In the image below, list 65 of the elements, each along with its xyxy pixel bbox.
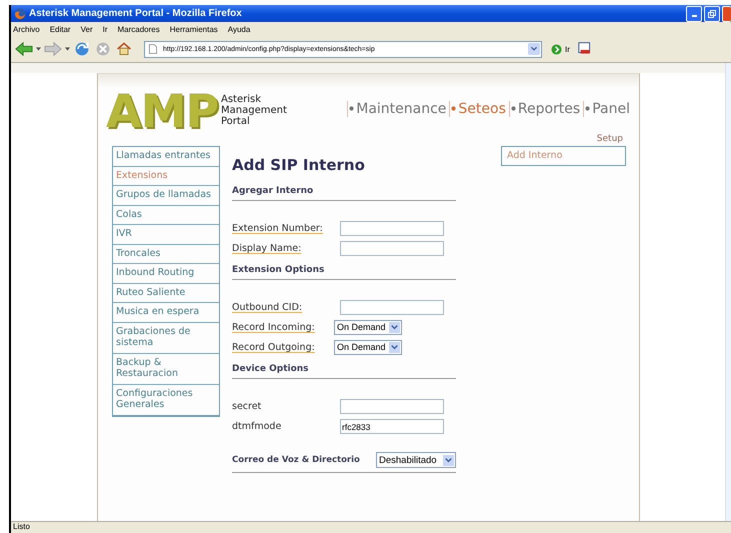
restore-icon: [707, 8, 717, 18]
dropdown[interactable]: On Demand: [334, 340, 402, 354]
bullet-icon: [510, 106, 516, 111]
bullet-icon: [349, 106, 354, 111]
caret-icon: [443, 454, 454, 466]
nav-tab[interactable]: Reportes: [508, 101, 584, 117]
window-title: Asterisk Management Portal - Mozilla Firefox: [29, 8, 242, 19]
dropdown-arrow-icon[interactable]: [36, 47, 41, 51]
firefox-icon: [14, 8, 26, 20]
field-label[interactable]: Outbound CID:: [232, 302, 340, 312]
setup-link[interactable]: Setup: [596, 134, 623, 146]
section-heading: Correo de Voz & Directorio: [232, 455, 360, 465]
sidebar-item[interactable]: IVR: [113, 225, 219, 244]
field-label[interactable]: Extension Number:: [232, 222, 340, 234]
dropdown-arrow-icon[interactable]: [65, 47, 70, 51]
maximize-button[interactable]: [704, 6, 720, 22]
text-field[interactable]: [340, 240, 444, 256]
menu-item[interactable]: Herramientas: [170, 24, 218, 34]
sidebar-item[interactable]: Musica en espera: [113, 303, 219, 322]
section-heading: Extension Options: [232, 265, 326, 275]
field-label: secret: [232, 400, 262, 412]
sidebar-item[interactable]: Colas: [113, 206, 219, 225]
portal-name: Asterisk Management Portal: [221, 94, 288, 127]
menu-item[interactable]: Editar: [50, 24, 71, 34]
text-field[interactable]: [340, 398, 444, 414]
sidebar-item[interactable]: Grupos de llamadas: [113, 186, 219, 206]
status-text: Listo: [13, 522, 30, 531]
sidebar-item[interactable]: Grabaciones de sistema: [113, 322, 219, 354]
dropdown[interactable]: Deshabilitado: [376, 452, 456, 468]
sidebar-item[interactable]: Configuraciones Generales: [113, 384, 219, 414]
menu-item[interactable]: Ver: [80, 24, 93, 34]
minimize-icon: [692, 15, 696, 17]
dropdown[interactable]: On Demand: [334, 320, 402, 334]
bullet-icon: [451, 106, 456, 111]
menu-item[interactable]: Ayuda: [228, 24, 250, 34]
go-button[interactable]: Ir: [565, 44, 570, 54]
nav-tab[interactable]: Panel: [583, 101, 633, 117]
nav-tab[interactable]: Maintenance: [347, 101, 450, 117]
form-title: Add SIP Interno: [232, 156, 366, 174]
home-icon[interactable]: [115, 41, 133, 57]
close-button[interactable]: [722, 6, 731, 22]
bullet-icon: [585, 106, 590, 111]
minimize-button[interactable]: [686, 6, 702, 22]
menu-item[interactable]: Marcadores: [118, 24, 160, 34]
reload-icon[interactable]: [73, 41, 91, 57]
menu-item[interactable]: Archivo: [13, 24, 40, 34]
section-heading: Device Options: [232, 364, 310, 374]
caret-icon: [389, 342, 400, 352]
sidebar-item[interactable]: Troncales: [113, 244, 219, 264]
sidebar-item[interactable]: Inbound Routing: [113, 264, 219, 284]
back-arrow-icon[interactable]: [15, 41, 33, 57]
text-field[interactable]: [340, 220, 444, 236]
page-icon: [149, 44, 157, 54]
section-heading: Agregar Interno: [232, 186, 314, 196]
sidebar-item[interactable]: Llamadas entrantes: [113, 147, 219, 166]
caret-icon: [389, 322, 400, 332]
sidebar-item[interactable]: Backup & Restauracion: [113, 354, 219, 384]
text-field[interactable]: rfc2833: [340, 418, 444, 434]
field-label[interactable]: Display Name:: [232, 242, 340, 254]
text-field[interactable]: [340, 300, 444, 314]
go-icon[interactable]: [551, 44, 562, 54]
sidebar-item[interactable]: Ruteo Saliente: [113, 284, 219, 303]
menu-item[interactable]: Ir: [102, 24, 108, 34]
field-label: dtmfmode: [232, 420, 282, 432]
amp-logo: AMP: [106, 88, 220, 134]
